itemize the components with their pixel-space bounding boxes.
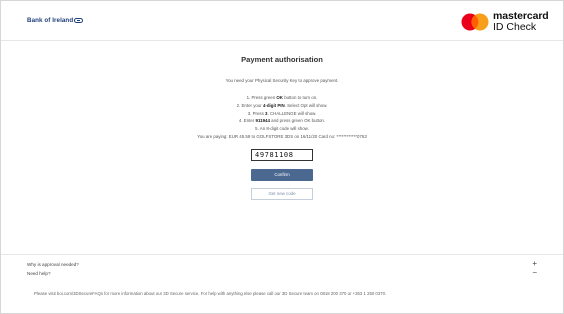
faq-why-approval-label: Why is approval needed? bbox=[27, 262, 79, 267]
footer-divider bbox=[1, 254, 563, 255]
code-input[interactable]: 49781108 bbox=[251, 149, 313, 161]
confirm-button[interactable]: Confirm bbox=[251, 169, 313, 181]
faq-need-help-label: Need help? bbox=[27, 271, 51, 276]
intro-text: You need your Physical Security Key to a… bbox=[225, 78, 339, 83]
step-5: 5. An 8-digit code will show. bbox=[255, 126, 309, 132]
mastercard-circles-icon bbox=[461, 13, 489, 31]
header-divider bbox=[1, 40, 563, 41]
expand-plus-icon[interactable]: + bbox=[532, 259, 537, 268]
bank-logo: Bank of Ireland bbox=[27, 17, 84, 24]
step-4: 4. Enter 911944 and press green OK butto… bbox=[238, 118, 326, 124]
mastercard-id-check-logo: mastercard ID Check bbox=[461, 11, 549, 35]
step-3: 3. Press 3. CHALLENGE will show. bbox=[247, 110, 317, 116]
collapse-minus-icon[interactable]: − bbox=[532, 268, 537, 277]
id-check-wordmark: ID Check bbox=[493, 21, 537, 33]
help-footnote: Please visit boi.com/3DSecureFAQs for mo… bbox=[34, 291, 387, 296]
payment-summary: You are paying: EUR 45.59 to GOLFSTORE 3… bbox=[197, 133, 367, 139]
step-2: 2. Enter your 4-digit PIN. Select Opt wi… bbox=[236, 102, 328, 108]
get-new-code-button[interactable]: Get new code bbox=[251, 188, 313, 200]
instruction-steps: 1. Press green OK button to turn on. 2. … bbox=[0, 94, 564, 141]
header: Bank of Ireland mastercard ID Check bbox=[0, 0, 564, 40]
bank-logo-icon bbox=[74, 18, 84, 23]
step-1: 1. Press green OK button to turn on. bbox=[246, 95, 318, 100]
bank-name: Bank of Ireland bbox=[27, 17, 74, 24]
page-title: Payment authorisation bbox=[241, 55, 323, 64]
